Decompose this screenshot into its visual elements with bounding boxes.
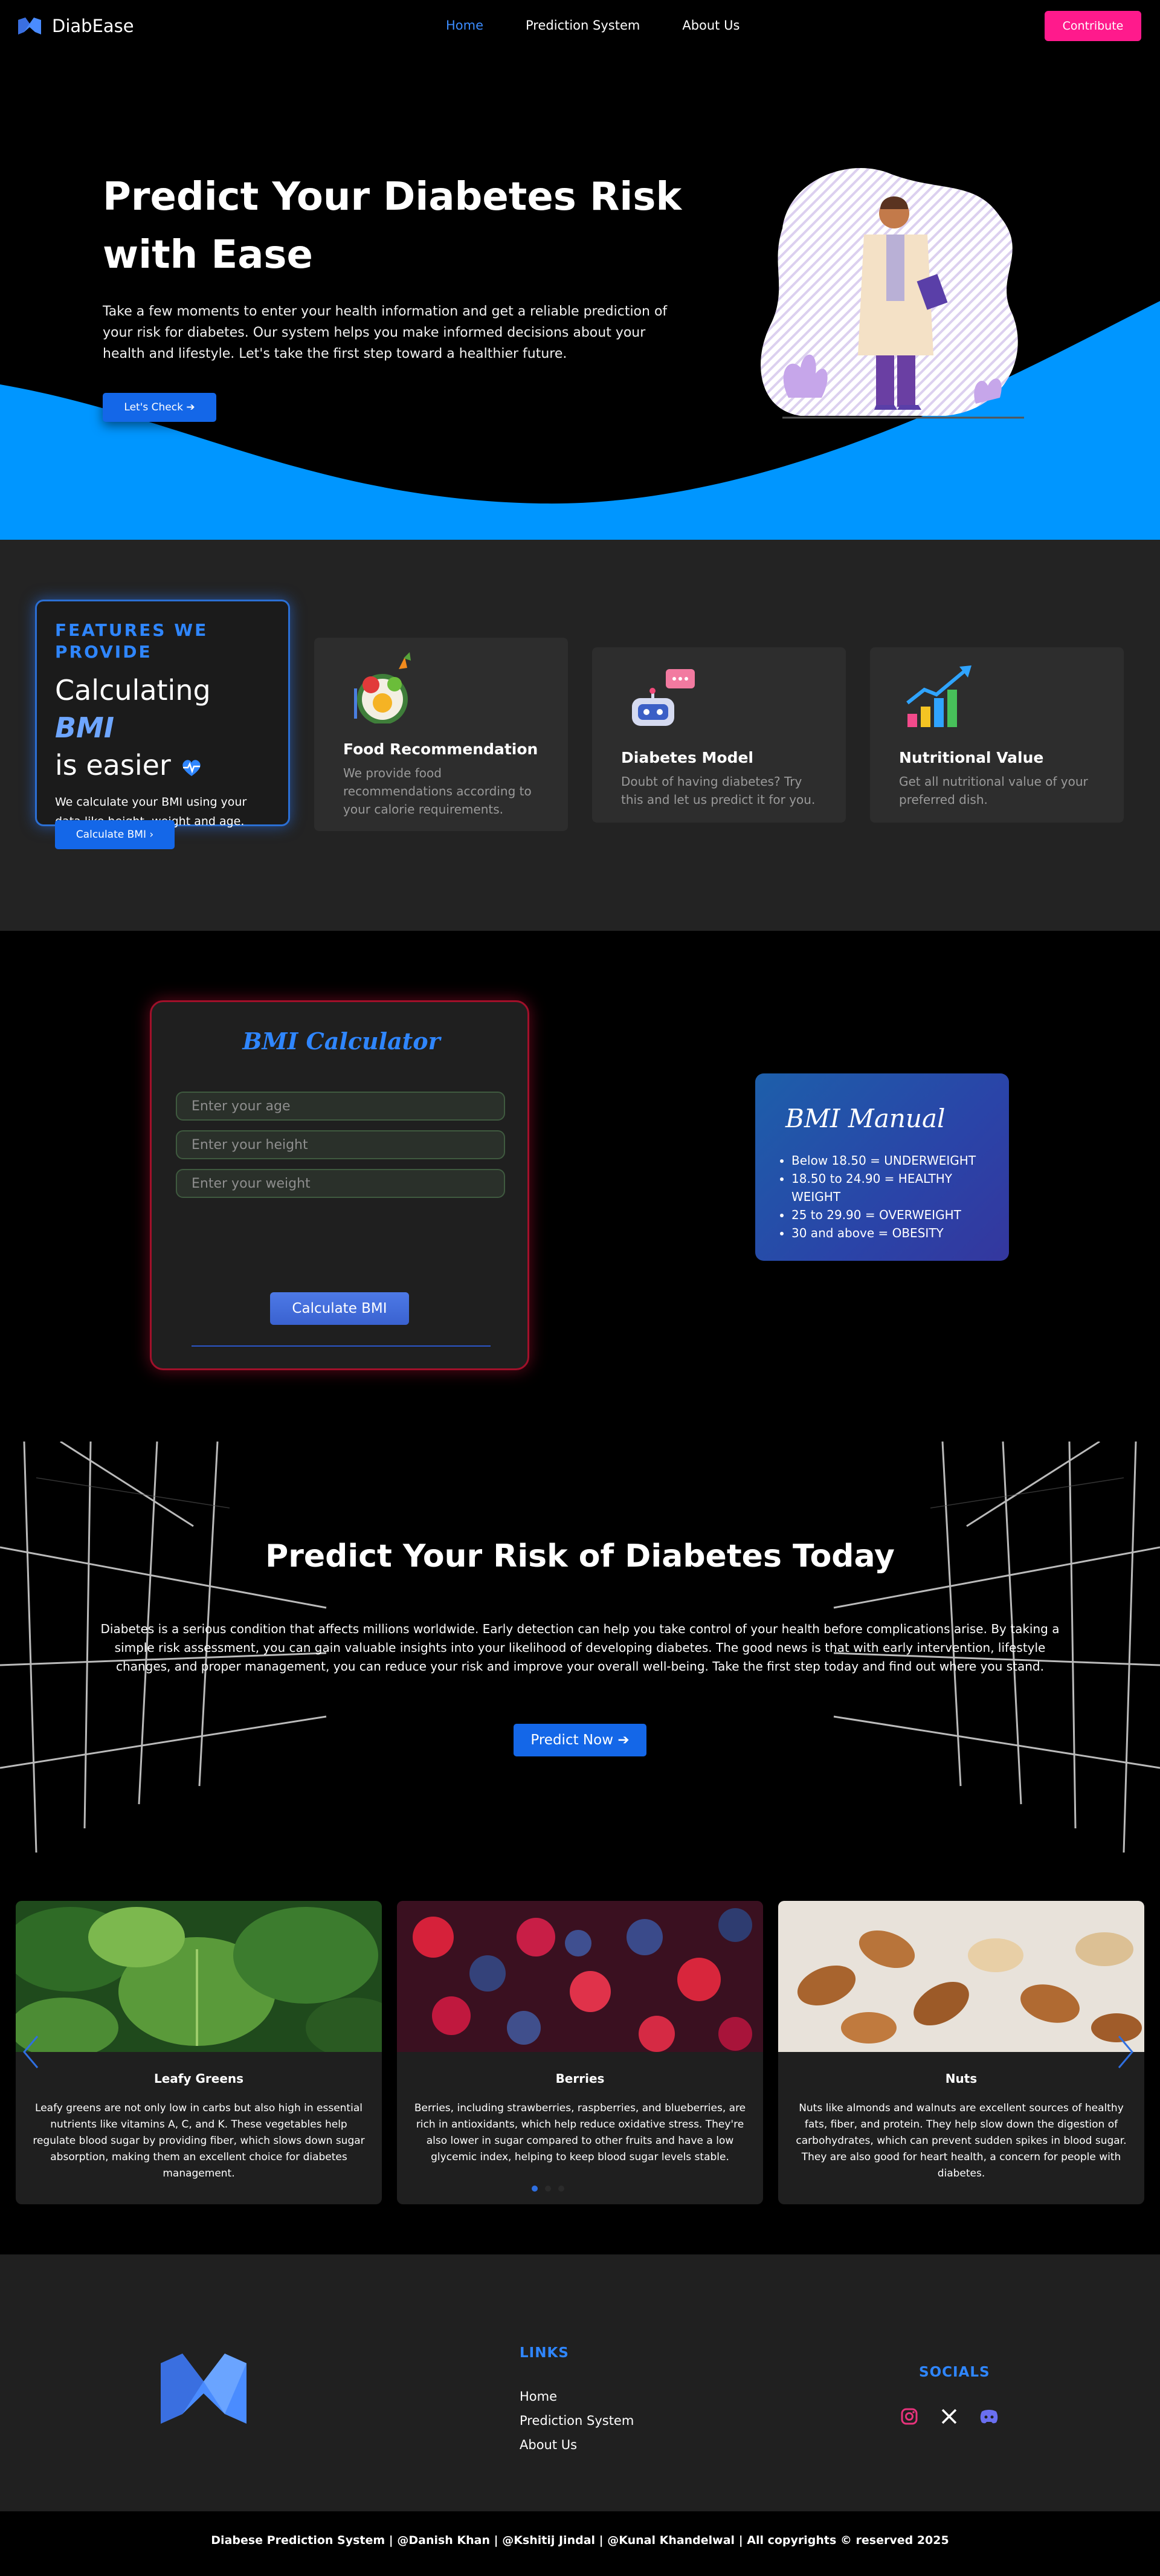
bmi-manual-card: BMI Manual Below 18.50 = UNDERWEIGHT 18.…	[755, 1073, 1009, 1261]
footer-link-about-us[interactable]: About Us	[520, 2433, 634, 2457]
food-name: Berries	[555, 2071, 605, 2086]
contribute-button[interactable]: Contribute	[1045, 11, 1141, 41]
hero-description: Take a few moments to enter your health …	[103, 304, 668, 361]
lets-check-button[interactable]: Let's Check ➔	[103, 393, 216, 422]
brand[interactable]: DiabEase	[17, 16, 134, 36]
leafy-greens-image	[16, 1901, 382, 2058]
footer-logo-icon	[161, 2354, 246, 2424]
heading-bmi: BMI	[55, 711, 114, 744]
nav-link-about-us[interactable]: About Us	[682, 18, 740, 33]
card-title: Nutritional Value	[899, 749, 1044, 766]
carousel-dot-active[interactable]	[532, 2186, 538, 2192]
nuts-image	[778, 1901, 1144, 2052]
footer-links: Home Prediction System About Us	[520, 2384, 634, 2457]
heading-post: is easier	[55, 749, 171, 782]
bmi-section: BMI Calculator Calculate BMI BMI Manual …	[0, 931, 1160, 1442]
predict-section: Predict Your Risk of Diabetes Today Diab…	[0, 1442, 1160, 1853]
food-name: Leafy Greens	[153, 2071, 244, 2086]
social-icons	[898, 2406, 1000, 2427]
weight-input[interactable]	[176, 1169, 505, 1198]
food-name: Nuts	[945, 2071, 978, 2086]
brand-name: DiabEase	[52, 16, 134, 36]
nav-link-prediction-system[interactable]: Prediction System	[526, 18, 640, 33]
page: DiabEase Home Prediction System About Us…	[0, 0, 1160, 2576]
carousel-next-arrow-icon[interactable]	[1116, 2034, 1135, 2070]
calculate-bmi-button[interactable]: Calculate BMI	[270, 1292, 409, 1325]
food-text: Berries, including strawberries, raspber…	[414, 2102, 746, 2163]
carousel-dot[interactable]	[558, 2186, 564, 2192]
hero-title-line-1: Predict Your Diabetes Risk	[103, 175, 682, 219]
footer-link-home[interactable]: Home	[520, 2384, 634, 2409]
card-text: Doubt of having diabetes? Try this and l…	[621, 774, 816, 807]
height-input[interactable]	[176, 1130, 505, 1159]
bmi-manual-list: Below 18.50 = UNDERWEIGHT 18.50 to 24.90…	[773, 1151, 991, 1242]
footer-links-heading: LINKS	[520, 2345, 569, 2361]
food-card-leafy-greens[interactable]: Leafy Greens Leafy greens are not only l…	[16, 1901, 382, 2204]
features-kicker: FEATURES WE PROVIDE	[55, 620, 208, 662]
card-title: Food Recommendation	[343, 740, 538, 758]
predict-text: Diabetes is a serious condition that aff…	[100, 1622, 1060, 1674]
age-input[interactable]	[176, 1092, 505, 1121]
features-section: FEATURES WE PROVIDE Calculating BMI is e…	[0, 540, 1160, 931]
food-text: Leafy greens are not only low in carbs b…	[33, 2102, 365, 2180]
discord-icon[interactable]	[978, 2406, 1000, 2427]
instagram-icon[interactable]	[898, 2406, 920, 2427]
list-item: 25 to 29.90 = OVERWEIGHT	[791, 1206, 991, 1224]
carousel-dot[interactable]	[545, 2186, 551, 2192]
carousel-pagination	[532, 2186, 564, 2192]
logo-icon	[18, 18, 41, 34]
food-card-berries[interactable]: Berries Berries, including strawberries,…	[397, 1901, 763, 2204]
foods-carousel: Leafy Greens Leafy greens are not only l…	[0, 1853, 1160, 2254]
predict-now-button[interactable]: Predict Now ➔	[514, 1724, 646, 1756]
hero-title-line-2: with Ease	[103, 233, 313, 277]
calculate-bmi-feature-button[interactable]: Calculate BMI ›	[55, 820, 175, 849]
card-title: Diabetes Model	[621, 749, 754, 766]
card-text: We provide food recommendations accordin…	[343, 766, 532, 817]
copyright-text: Diabese Prediction System | @Danish Khan…	[211, 2534, 949, 2547]
list-item: Below 18.50 = UNDERWEIGHT	[791, 1151, 991, 1170]
footer-socials-heading: SOCIALS	[919, 2364, 990, 2380]
copyright-bar: Diabese Prediction System | @Danish Khan…	[0, 2511, 1160, 2576]
nav-links: Home Prediction System About Us	[446, 18, 740, 33]
food-card-nuts[interactable]: Nuts Nuts like almonds and walnuts are e…	[778, 1901, 1144, 2204]
footer-link-prediction-system[interactable]: Prediction System	[520, 2409, 634, 2433]
bmi-calculator-card: BMI Calculator Calculate BMI	[150, 1000, 529, 1370]
diabetes-model-card[interactable]: Diabetes Model Doubt of having diabetes?…	[592, 647, 846, 823]
carousel-prev-arrow-icon[interactable]	[22, 2034, 40, 2070]
nutritional-value-card[interactable]: Nutritional Value Get all nutritional va…	[870, 647, 1124, 823]
heart-pulse-icon	[182, 759, 201, 776]
bmi-calculator-title: BMI Calculator	[242, 1027, 440, 1055]
list-item: 18.50 to 24.90 = HEALTHY WEIGHT	[791, 1170, 991, 1206]
bar-chart-icon	[906, 665, 971, 727]
hero-title: Predict Your Diabetes Risk with Ease	[103, 168, 683, 284]
doctor-illustration	[761, 168, 1024, 419]
nav-link-home[interactable]: Home	[446, 18, 483, 33]
food-bowl-icon	[354, 652, 411, 723]
bmi-feature-card: FEATURES WE PROVIDE Calculating BMI is e…	[35, 600, 290, 849]
predict-title: Predict Your Risk of Diabetes Today	[265, 1538, 895, 1574]
list-item: 30 and above = OBESITY	[791, 1224, 991, 1242]
result-divider	[192, 1345, 491, 1347]
robot-chat-icon	[632, 669, 695, 726]
footer: LINKS Home Prediction System About Us SO…	[0, 2254, 1160, 2511]
features-heading: Calculating BMI is easier	[55, 672, 270, 784]
food-text: Nuts like almonds and walnuts are excell…	[796, 2102, 1127, 2180]
top-nav: DiabEase Home Prediction System About Us…	[0, 0, 1160, 53]
berries-image	[397, 1901, 763, 2052]
food-recommendation-card[interactable]: Food Recommendation We provide food reco…	[314, 638, 568, 831]
hero-section: Predict Your Diabetes Risk with Ease Tak…	[0, 53, 1160, 540]
bmi-manual-title: BMI Manual	[785, 1104, 946, 1133]
heading-pre: Calculating	[55, 674, 211, 707]
card-text: Get all nutritional value of your prefer…	[899, 774, 1088, 807]
x-icon[interactable]	[938, 2406, 960, 2427]
